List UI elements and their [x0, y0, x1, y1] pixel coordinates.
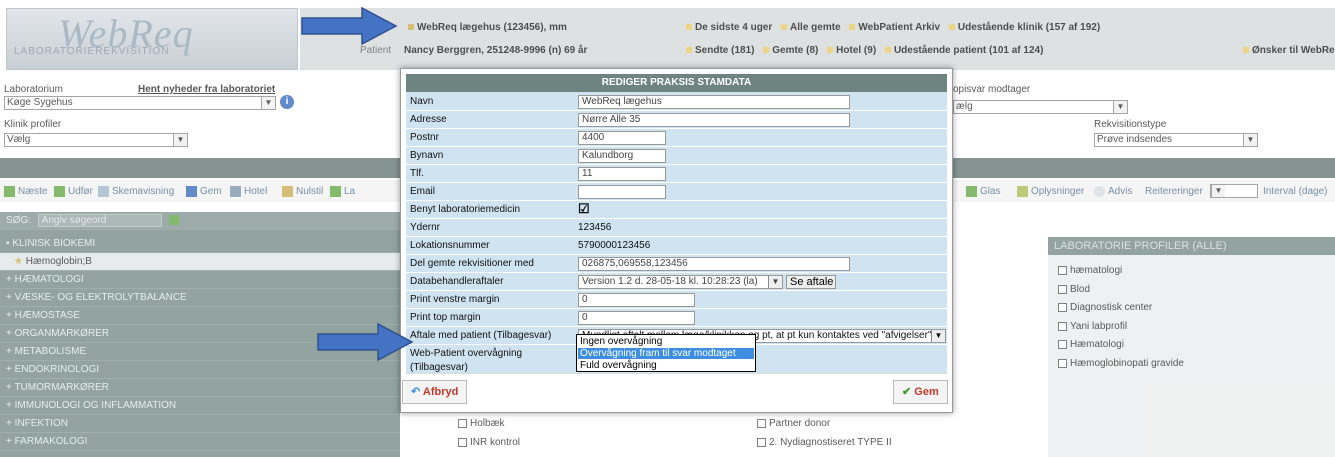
benyt-checkbox[interactable]: ☑ — [578, 201, 590, 217]
field-adresse: Adresse Nørre Alle 35 — [406, 111, 947, 129]
field-benyt: Benyt laboratoriemedicin ☑ — [406, 201, 947, 219]
navn-input[interactable]: WebReq lægehus — [578, 95, 850, 109]
print-left-input[interactable]: 0 — [578, 293, 695, 307]
webpatient-dropdown[interactable]: Ingen overvågning Overvågning fram til s… — [576, 334, 756, 372]
dropdown-option[interactable]: Ingen overvågning — [578, 336, 754, 347]
annotation-arrow-icon — [301, 6, 398, 46]
field-tlf: Tlf. 11 — [406, 165, 947, 183]
ydernr-value: 123456 — [578, 222, 612, 233]
webpatient-label-2: (Tilbagesvar) — [410, 362, 468, 373]
dialog-title: REDIGER PRAKSIS STAMDATA — [406, 74, 947, 92]
bynavn-input[interactable]: Kalundborg — [578, 149, 666, 163]
postnr-input[interactable]: 4400 — [578, 131, 666, 145]
field-postnr: Postnr 4400 — [406, 129, 947, 147]
dropdown-option-selected[interactable]: Overvågning fram til svar modtaget — [578, 348, 754, 359]
webpatient-label: Web-Patient overvågning — [410, 348, 523, 359]
email-input[interactable] — [578, 185, 666, 199]
print-top-input[interactable]: 0 — [578, 311, 695, 325]
tlf-input[interactable]: 11 — [578, 167, 666, 181]
field-bynavn: Bynavn Kalundborg — [406, 147, 947, 165]
dropdown-option[interactable]: Fuld overvågning — [578, 360, 754, 371]
del-input[interactable]: 026875,069558,123456 — [578, 257, 850, 271]
field-databeh: Databehandleraftaler Version 1.2 d. 28-0… — [406, 273, 947, 291]
field-email: Email — [406, 183, 947, 201]
field-navn: Navn WebReq lægehus — [406, 93, 947, 111]
field-print-t: Print top margin 0 — [406, 309, 947, 327]
chevron-down-icon: ▼ — [768, 276, 782, 288]
undo-icon: ↶ — [411, 386, 421, 398]
adresse-input[interactable]: Nørre Alle 35 — [578, 113, 850, 127]
cancel-button[interactable]: ↶ Afbryd — [402, 380, 468, 404]
lokation-value: 5790000123456 — [578, 240, 651, 251]
check-icon: ✔ — [902, 386, 912, 398]
field-ydernr: Ydernr 123456 — [406, 219, 947, 237]
databeh-select[interactable]: Version 1.2 d. 28-05-18 kl. 10:28:23 (la… — [578, 275, 783, 289]
field-print-v: Print venstre margin 0 — [406, 291, 947, 309]
field-del: Del gemte rekvisitioner med 026875,069558… — [406, 255, 947, 273]
se-aftale-button[interactable]: Se aftale — [786, 275, 836, 289]
chevron-down-icon: ▼ — [931, 330, 945, 342]
dialog-save-button[interactable]: ✔ Gem — [893, 380, 948, 404]
dialog-footer — [406, 373, 947, 409]
field-lokation: Lokationsnummer 5790000123456 — [406, 237, 947, 255]
annotation-arrow-icon — [317, 322, 414, 362]
